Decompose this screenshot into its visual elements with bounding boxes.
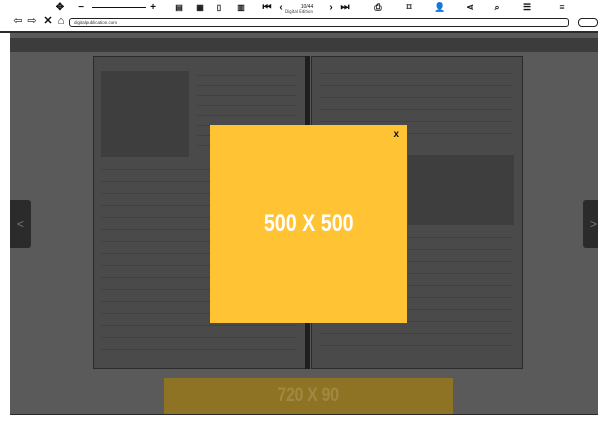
modal-label-wrap: 500 X 500 — [210, 125, 407, 323]
first-page-icon[interactable]: ⏮ — [262, 0, 272, 14]
zoom-out-icon[interactable]: − — [76, 0, 86, 14]
page-image — [408, 155, 514, 225]
modal-label: 500 X 500 — [263, 210, 354, 237]
bookmark-icon[interactable]: ⌑ — [403, 0, 415, 14]
zoom-in-icon[interactable]: + — [147, 0, 159, 14]
text-line — [197, 115, 297, 116]
back-arrow-icon[interactable]: ⇦ — [13, 14, 23, 28]
chevron-left-icon: < — [16, 217, 24, 231]
menu-icon[interactable]: ≡ — [556, 0, 568, 14]
zoom-slider[interactable] — [92, 7, 146, 8]
reader-toolbar — [10, 38, 598, 52]
url-bar[interactable]: digitalpublication.com — [69, 18, 569, 27]
close-icon[interactable]: ✕ — [43, 14, 52, 28]
next-page-button[interactable]: > — [583, 200, 598, 248]
text-line — [197, 105, 297, 106]
text-line — [197, 75, 297, 76]
text-line — [319, 333, 513, 334]
share-icon[interactable]: ⋖ — [464, 0, 476, 14]
text-line — [319, 73, 513, 74]
text-line — [101, 337, 297, 338]
ad-modal[interactable]: 500 X 500 x — [210, 125, 407, 323]
text-line — [101, 349, 297, 350]
user-icon[interactable]: 👤 — [434, 0, 446, 14]
fullscreen-icon[interactable]: ✥ — [53, 0, 67, 14]
search-box[interactable] — [578, 18, 598, 27]
page-image — [101, 71, 189, 157]
double-page-icon[interactable]: ▥ — [234, 0, 248, 14]
print-icon[interactable]: ⎙ — [372, 0, 384, 14]
thumbnails-icon[interactable]: ▤ — [173, 0, 185, 14]
next-page-icon[interactable]: › — [326, 0, 336, 14]
last-page-icon[interactable]: ⏭ — [340, 0, 350, 14]
text-line — [319, 97, 513, 98]
text-line — [197, 95, 297, 96]
prev-page-button[interactable]: < — [10, 200, 31, 248]
ad-banner[interactable]: 720 X 90 — [164, 378, 453, 414]
text-line — [101, 325, 297, 326]
home-icon[interactable]: ⌂ — [56, 14, 66, 28]
search-icon[interactable]: ⌕ — [491, 0, 503, 14]
url-text: digitalpublication.com — [74, 20, 118, 25]
status-bar — [10, 415, 598, 423]
prev-page-icon[interactable]: ‹ — [276, 0, 286, 14]
close-icon[interactable]: x — [393, 129, 399, 140]
text-line — [319, 109, 513, 110]
text-line — [319, 345, 513, 346]
text-line — [197, 85, 297, 86]
grid-icon[interactable]: ▦ — [194, 0, 206, 14]
single-page-icon[interactable]: ▯ — [213, 0, 225, 14]
text-line — [319, 121, 513, 122]
page-indicator[interactable]: 10/44 — [292, 0, 322, 14]
text-line — [319, 85, 513, 86]
forward-arrow-icon[interactable]: ⇨ — [27, 14, 37, 28]
chevron-right-icon: > — [589, 217, 597, 231]
list-icon[interactable]: ☰ — [521, 0, 533, 14]
ad-banner-label: 720 X 90 — [277, 385, 340, 406]
